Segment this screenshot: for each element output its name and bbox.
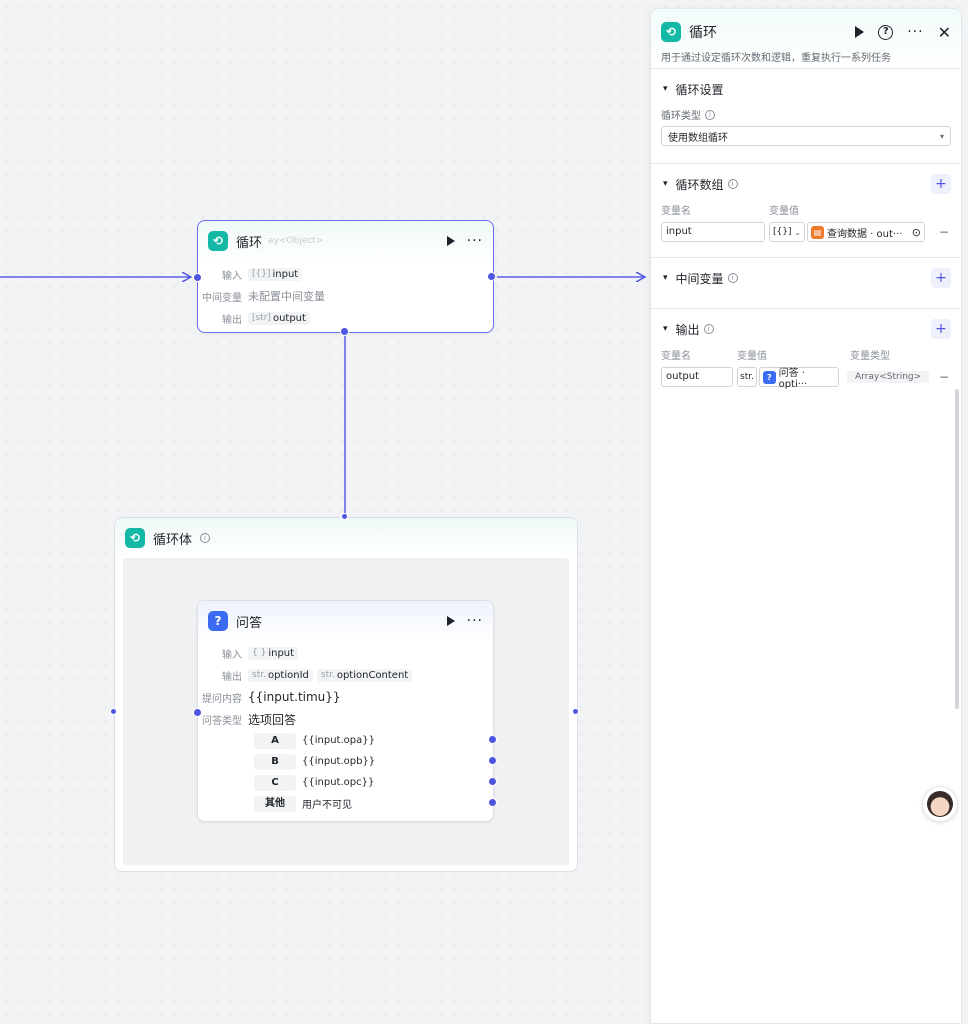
- option-row-c: C {{input.opc}}: [198, 772, 493, 793]
- info-icon[interactable]: i: [703, 324, 714, 334]
- option-c-port[interactable]: [488, 777, 497, 786]
- section-title: 中间变量: [675, 271, 724, 286]
- chevron-down-icon: ⌄: [794, 227, 801, 237]
- more-icon[interactable]: ···: [467, 234, 483, 248]
- qa-answer-type-row: 问答类型 选项回答: [202, 712, 297, 727]
- info-icon[interactable]: i: [727, 273, 738, 283]
- loop-icon: ⟲: [208, 231, 228, 251]
- remove-row-icon[interactable]: −: [937, 225, 951, 239]
- loop-icon: ⟲: [125, 528, 145, 548]
- loop-input-row: 输入 [{}] input: [198, 263, 493, 285]
- add-mid-var-button[interactable]: +: [931, 268, 951, 288]
- output-ref-select[interactable]: ? 问答 · opti···: [759, 367, 839, 390]
- help-icon[interactable]: ?: [878, 24, 894, 40]
- loop-node-ghost-text: ay<Object>: [268, 236, 324, 246]
- chevron-down-icon[interactable]: ▾: [663, 324, 668, 334]
- loop-type-label: 循环类型: [661, 111, 701, 122]
- qa-output-row: 输出 str. optionId str. optionContent: [198, 664, 493, 686]
- loop-body-left-port[interactable]: [110, 708, 117, 715]
- chevron-down-icon[interactable]: ▾: [663, 84, 668, 94]
- loop-output-row: 输出 [str] output: [198, 307, 493, 329]
- section-title: 输出: [675, 322, 700, 337]
- qa-node[interactable]: ? 问答 ··· 输入 { } input 输出 str. optionId str…: [197, 600, 494, 822]
- array-ref-select[interactable]: ▤ 查询数据 · out··· ⊙: [807, 222, 925, 242]
- loop-icon: ⟲: [661, 22, 681, 42]
- chevron-down-icon[interactable]: ▾: [663, 179, 668, 189]
- array-var-name-input[interactable]: input: [661, 222, 765, 242]
- database-icon: ▤: [811, 225, 824, 239]
- info-icon[interactable]: i: [727, 179, 738, 189]
- target-icon[interactable]: ⊙: [912, 226, 921, 239]
- option-row-b: B {{input.opb}}: [198, 751, 493, 772]
- loop-node[interactable]: ⟲ 循环 ay<Object> ··· 输入 [{}] input 中间变量 未配…: [197, 220, 494, 333]
- qa-input-port[interactable]: [193, 708, 202, 717]
- qa-input-row: 输入 { } input: [198, 642, 493, 664]
- avatar-face-icon: [927, 791, 953, 817]
- loop-node-title: 循环: [236, 235, 263, 251]
- loop-body-title: 循环体: [153, 532, 193, 548]
- more-icon[interactable]: ···: [467, 614, 483, 628]
- loop-array-row: input [{}] ⌄ ▤ 查询数据 · out··· ⊙ −: [661, 222, 951, 242]
- option-a-port[interactable]: [488, 735, 497, 744]
- remove-row-icon[interactable]: −: [937, 370, 951, 384]
- loop-output-port[interactable]: [487, 272, 496, 281]
- section-title: 循环设置: [675, 82, 724, 97]
- loop-settings-panel: ⟲ 循环 ? ··· ✕ 用于通过设定循环次数和逻辑，重复执行一系列任务 ▾ 循…: [650, 8, 962, 1024]
- add-output-button[interactable]: +: [931, 319, 951, 339]
- panel-scrollbar[interactable]: [955, 389, 959, 709]
- info-icon[interactable]: i: [705, 109, 715, 120]
- loop-midvar-row: 中间变量 未配置中间变量: [202, 290, 325, 304]
- mid-vars-section: ▾ 中间变量 i +: [651, 258, 961, 309]
- chevron-down-icon[interactable]: ▾: [663, 273, 668, 283]
- output-row: output str. ? 问答 · opti··· Array<String>…: [661, 367, 951, 390]
- panel-description: 用于通过设定循环次数和逻辑，重复执行一系列任务: [661, 53, 891, 64]
- loop-type-select[interactable]: 使用数组循环 ▾: [661, 126, 951, 146]
- panel-title: 循环: [689, 25, 717, 41]
- question-icon: ?: [763, 370, 776, 384]
- array-type-select[interactable]: [{}] ⌄: [769, 222, 805, 242]
- qa-question-row: 提问内容 {{input.timu}}: [202, 690, 341, 705]
- run-icon[interactable]: [446, 236, 455, 246]
- loop-array-section: ▾ 循环数组 i + 变量名 变量值 input [{}] ⌄ ▤ 查询数据 ·…: [651, 164, 961, 258]
- loop-settings-section: ▾ 循环设置 循环类型 i 使用数组循环 ▾: [651, 69, 961, 164]
- option-row-other: 其他 用户不可见: [198, 793, 493, 814]
- run-icon[interactable]: [446, 616, 455, 626]
- loop-body-right-port[interactable]: [572, 708, 579, 715]
- output-var-name-input[interactable]: output: [661, 367, 733, 387]
- run-icon[interactable]: [855, 26, 865, 38]
- close-icon[interactable]: ✕: [938, 23, 951, 42]
- output-type-chip: Array<String>: [847, 371, 930, 383]
- loop-body-top-port[interactable]: [341, 513, 348, 520]
- info-icon[interactable]: i: [200, 533, 211, 543]
- option-row-a: A {{input.opa}}: [198, 730, 493, 751]
- more-icon[interactable]: ···: [907, 25, 923, 39]
- chevron-down-icon: ▾: [939, 131, 944, 141]
- option-other-port[interactable]: [488, 798, 497, 807]
- output-type-prefix[interactable]: str.: [737, 367, 757, 387]
- add-array-button[interactable]: +: [931, 174, 951, 194]
- loop-input-port[interactable]: [193, 273, 202, 282]
- question-icon: ?: [208, 611, 228, 631]
- section-title: 循环数组: [675, 177, 724, 192]
- option-b-port[interactable]: [488, 756, 497, 765]
- loop-body-port[interactable]: [340, 327, 349, 336]
- output-section: ▾ 输出 i + 变量名 变量值 变量类型 output str. ? 问答 ·…: [661, 319, 951, 390]
- qa-node-title: 问答: [236, 615, 263, 631]
- assistant-avatar[interactable]: [922, 786, 958, 822]
